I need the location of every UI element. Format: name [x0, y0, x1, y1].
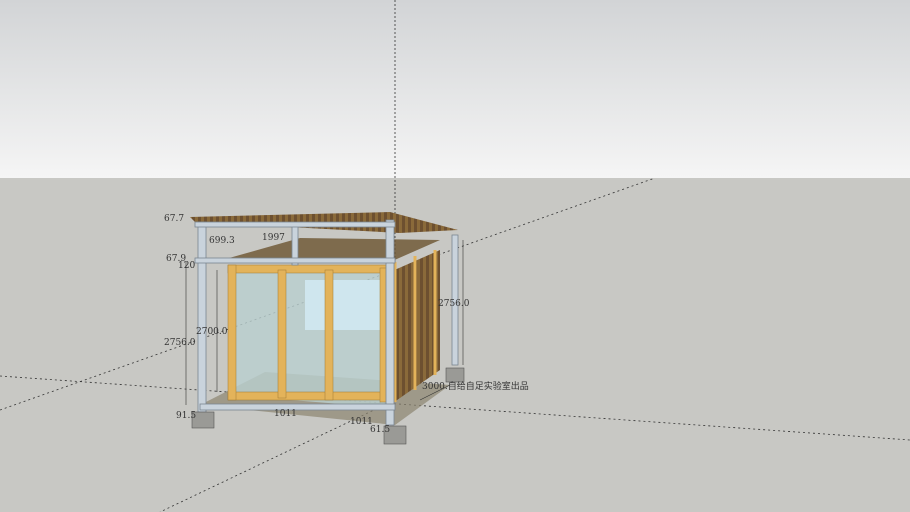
dim-depth-label[interactable]: 3000.自给自足实验室出品 — [422, 380, 529, 392]
dim-left-height[interactable]: 2756.0 — [164, 338, 196, 348]
dim-top-span[interactable]: 1997 — [262, 233, 285, 243]
model-canvas[interactable]: 67.7 699.3 1997 67.9 120 2700.0 2756.0 2… — [0, 0, 910, 512]
sky — [0, 0, 910, 178]
dim-wall-height[interactable]: 2700.0 — [196, 327, 228, 337]
dim-foot-left[interactable]: 91.5 — [176, 411, 196, 421]
sketchup-viewport[interactable]: 67.7 699.3 1997 67.9 120 2700.0 2756.0 2… — [0, 0, 910, 512]
dim-roof-thickness[interactable]: 67.7 — [164, 214, 184, 224]
dim-beam-small[interactable]: 120 — [178, 261, 195, 271]
dim-foot-right[interactable]: 61.5 — [370, 425, 390, 435]
dim-eave-offset[interactable]: 699.3 — [209, 236, 235, 246]
dim-bottom-span-1[interactable]: 1011 — [274, 409, 297, 419]
dim-right-height[interactable]: 2756.0 — [438, 299, 470, 309]
